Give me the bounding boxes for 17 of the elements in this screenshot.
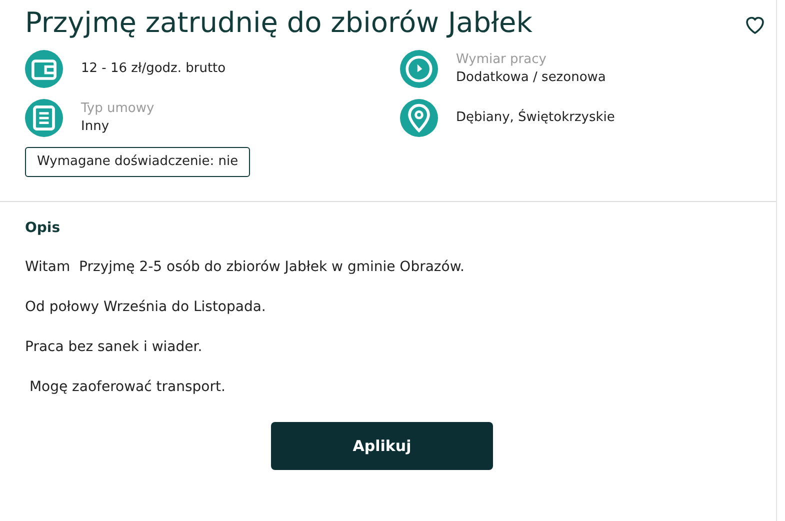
detail-value: 12 - 16 zł/godz. brutto: [81, 60, 226, 78]
detail-value: Dębiany, Świętokrzyskie: [456, 108, 615, 127]
description-paragraph: Witam Przyjmę 2-5 osób do zbiorów Jabłek w gminie Obrazów.: [25, 258, 466, 277]
apply-button[interactable]: Aplikuj: [271, 422, 493, 470]
requirement-tag: Wymagane doświadczenie: nie: [25, 147, 250, 177]
location-pin-icon: [400, 99, 438, 137]
detail-value: Inny: [81, 118, 110, 136]
description-paragraph: Praca bez sanek i wiader.: [25, 338, 204, 357]
section-heading: Opis: [25, 219, 62, 238]
detail-value: Dodatkowa / sezonowa: [456, 69, 606, 87]
document-icon: [25, 99, 63, 137]
wallet-icon: [25, 50, 63, 88]
detail-label: Wymiar pracy: [456, 51, 548, 69]
description-paragraph: Od połowy Września do Listopada.: [25, 298, 267, 317]
detail-label: Typ umowy: [81, 100, 154, 118]
description-paragraph: Mogę zaoferować transport.: [28, 378, 226, 397]
job-title: Przyjmę zatrudnię do zbiorów Jabłek: [25, 5, 532, 41]
